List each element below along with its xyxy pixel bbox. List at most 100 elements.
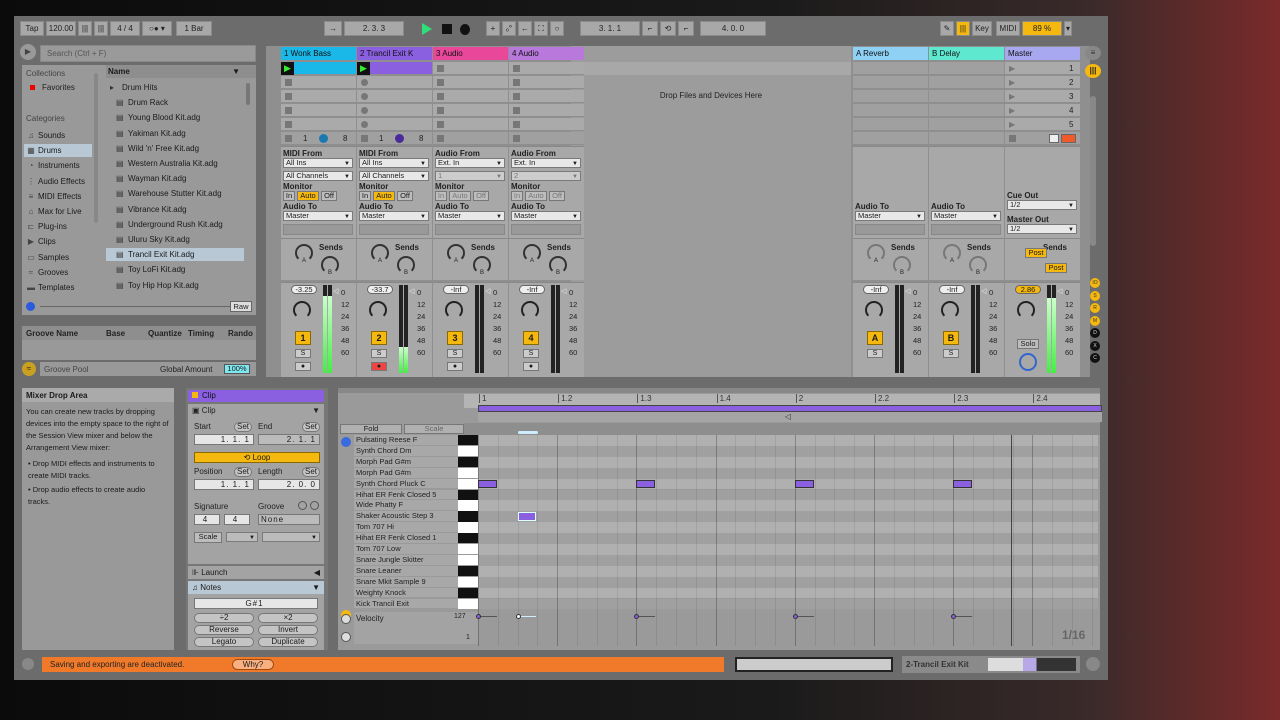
stop-clips-button[interactable] <box>513 135 520 142</box>
info-toggle-icon[interactable] <box>22 658 34 670</box>
note-lane[interactable] <box>478 576 1098 588</box>
midi-note[interactable] <box>517 512 537 522</box>
end-marker-icon[interactable]: ◁ <box>785 412 791 421</box>
monitor-off-button[interactable]: Off <box>549 191 565 201</box>
pan-knob[interactable] <box>445 301 463 319</box>
launch-section-header[interactable]: ⊪ Launch ◀ <box>188 566 324 579</box>
double-button[interactable]: ×2 <box>258 613 318 623</box>
collection-favorites[interactable]: Favorites <box>42 83 75 92</box>
return-activator-button[interactable]: A <box>867 331 883 345</box>
name-column-header[interactable]: Name ▼ <box>106 65 256 78</box>
monitor-in-button[interactable]: In <box>435 191 447 201</box>
solo-button[interactable]: S <box>943 349 959 358</box>
categories-scrollbar[interactable] <box>94 73 98 223</box>
send-b-post-button[interactable]: Post <box>1045 263 1067 273</box>
groove-col-timing[interactable]: Timing <box>188 329 214 338</box>
groove-select[interactable]: None <box>258 514 320 525</box>
clip-slot[interactable] <box>509 62 584 75</box>
monitor-auto-button[interactable]: Auto <box>297 191 319 201</box>
start-set-button[interactable]: Set <box>234 422 252 432</box>
scroll-up-icon[interactable] <box>341 437 351 447</box>
drum-pad-name[interactable]: Hihat ER Fenk Closed 1 <box>354 533 458 543</box>
piano-scale-button[interactable]: Scale <box>404 424 464 434</box>
scale-button[interactable]: Scale <box>194 532 222 543</box>
fold-button[interactable]: Fold <box>340 424 402 434</box>
back-to-arrangement-button[interactable]: ← <box>518 21 532 36</box>
raw-button[interactable]: Raw <box>230 301 252 312</box>
draw-mode-button[interactable]: ✎ <box>940 21 954 36</box>
arm-button[interactable]: ● <box>447 362 463 371</box>
midi-note[interactable] <box>953 479 972 489</box>
side-button-io[interactable]: IO <box>1090 278 1100 288</box>
scene-launch-icon[interactable]: ▶ <box>1009 64 1015 73</box>
volume-fader-handle[interactable]: ◁ <box>905 287 910 295</box>
preview-headphones-icon[interactable] <box>26 302 35 311</box>
scene-launch-icon[interactable]: ▶ <box>1009 106 1015 115</box>
browser-item[interactable]: ▤ Underground Rush Kit.adg <box>106 218 244 231</box>
drum-pad-name[interactable]: Tom 707 Low <box>354 544 458 554</box>
arm-button[interactable]: ● <box>523 362 539 371</box>
browser-item[interactable]: ▤ Uluru Sky Kit.adg <box>106 233 244 246</box>
drum-pad-name[interactable]: Weighty Knock <box>354 587 458 598</box>
velocity-marker[interactable] <box>515 614 537 620</box>
record-slot-icon[interactable] <box>361 79 368 86</box>
search-input[interactable]: Search (Ctrl + F) <box>40 45 256 62</box>
input-channel-select[interactable]: All Channels <box>359 171 429 181</box>
length-set-button[interactable]: Set <box>302 467 320 477</box>
stop-button[interactable] <box>442 24 452 34</box>
category-instruments[interactable]: ◔ Instruments <box>24 159 92 172</box>
piano-key[interactable] <box>458 489 478 500</box>
drum-pad-name[interactable]: Morph Pad G#m <box>354 467 458 478</box>
piano-key[interactable] <box>458 435 478 446</box>
drum-pad-name[interactable]: Synth Chord Pluck C <box>354 478 458 489</box>
groove-col-quantize[interactable]: Quantize <box>148 329 182 338</box>
stop-clips-button[interactable] <box>285 135 292 142</box>
drum-pad-name[interactable]: Snare Mkit Sample 9 <box>354 576 458 587</box>
monitor-off-button[interactable]: Off <box>321 191 337 201</box>
browser-item[interactable]: ▤ Yakiman Kit.adg <box>106 127 244 140</box>
automation-arm-button[interactable]: ₒ° <box>502 21 516 36</box>
cue-out-select[interactable]: 1/2 <box>1007 200 1077 210</box>
browser-item[interactable]: ▤ Drum Rack <box>106 96 244 109</box>
browser-item[interactable]: ▤ Toy LoFi Kit.adg <box>106 263 244 276</box>
stop-slot-icon[interactable] <box>513 121 520 128</box>
velocity-handle[interactable] <box>634 614 640 620</box>
category-grooves[interactable]: ≈ Grooves <box>24 266 92 279</box>
drum-pad-name[interactable]: Hihat ER Fenk Closed 5 <box>354 489 458 500</box>
nudge-down-button[interactable]: ||| <box>78 21 92 36</box>
input-source-select[interactable]: All Ins <box>359 158 429 168</box>
clip-slot[interactable] <box>433 62 508 75</box>
browser-item[interactable]: ▤ Vibrance Kit.adg <box>106 203 244 216</box>
note-lane[interactable] <box>478 500 1098 512</box>
monitor-auto-button[interactable]: Auto <box>525 191 547 201</box>
tempo-field[interactable]: 120.00 <box>46 21 76 36</box>
piano-key[interactable] <box>458 544 478 555</box>
groove-col-base[interactable]: Base <box>106 329 125 338</box>
clip-slot[interactable] <box>357 104 432 117</box>
velocity-marker[interactable] <box>634 614 656 620</box>
solo-button[interactable]: S <box>523 349 539 358</box>
pan-knob[interactable] <box>521 301 539 319</box>
signature-numerator[interactable]: 4 <box>194 514 220 525</box>
stop-slot-icon[interactable] <box>437 107 444 114</box>
output-channel-select[interactable] <box>931 224 1001 235</box>
clip-slot[interactable] <box>357 90 432 103</box>
drop-area[interactable]: Drop Files and Devices Here <box>571 46 851 377</box>
track-header[interactable]: 4 Audio <box>509 47 584 60</box>
tap-button[interactable]: Tap <box>20 21 44 36</box>
clip-slot[interactable] <box>357 76 432 89</box>
velocity-handle[interactable] <box>792 614 798 620</box>
groove-col-name[interactable]: Groove Name <box>26 329 78 338</box>
stop-all-clips-button[interactable] <box>1009 135 1016 142</box>
note-lane[interactable] <box>478 598 1098 610</box>
return-activator-button[interactable]: B <box>943 331 959 345</box>
clip-slot[interactable] <box>433 104 508 117</box>
master-out-select[interactable]: 1/2 <box>1007 224 1077 234</box>
stop-slot-icon[interactable] <box>437 121 444 128</box>
category-audio-effects[interactable]: ⋮ Audio Effects <box>24 175 92 188</box>
browser-item[interactable]: ▤ Trancil Exit Kit.adg <box>106 248 244 262</box>
note-lane[interactable] <box>478 467 1098 479</box>
collapse-icon[interactable]: ▼ <box>312 406 320 415</box>
drum-pad-name[interactable]: Snare Jungle Skitter <box>354 554 458 565</box>
return-track-header[interactable]: A Reverb <box>853 47 928 60</box>
